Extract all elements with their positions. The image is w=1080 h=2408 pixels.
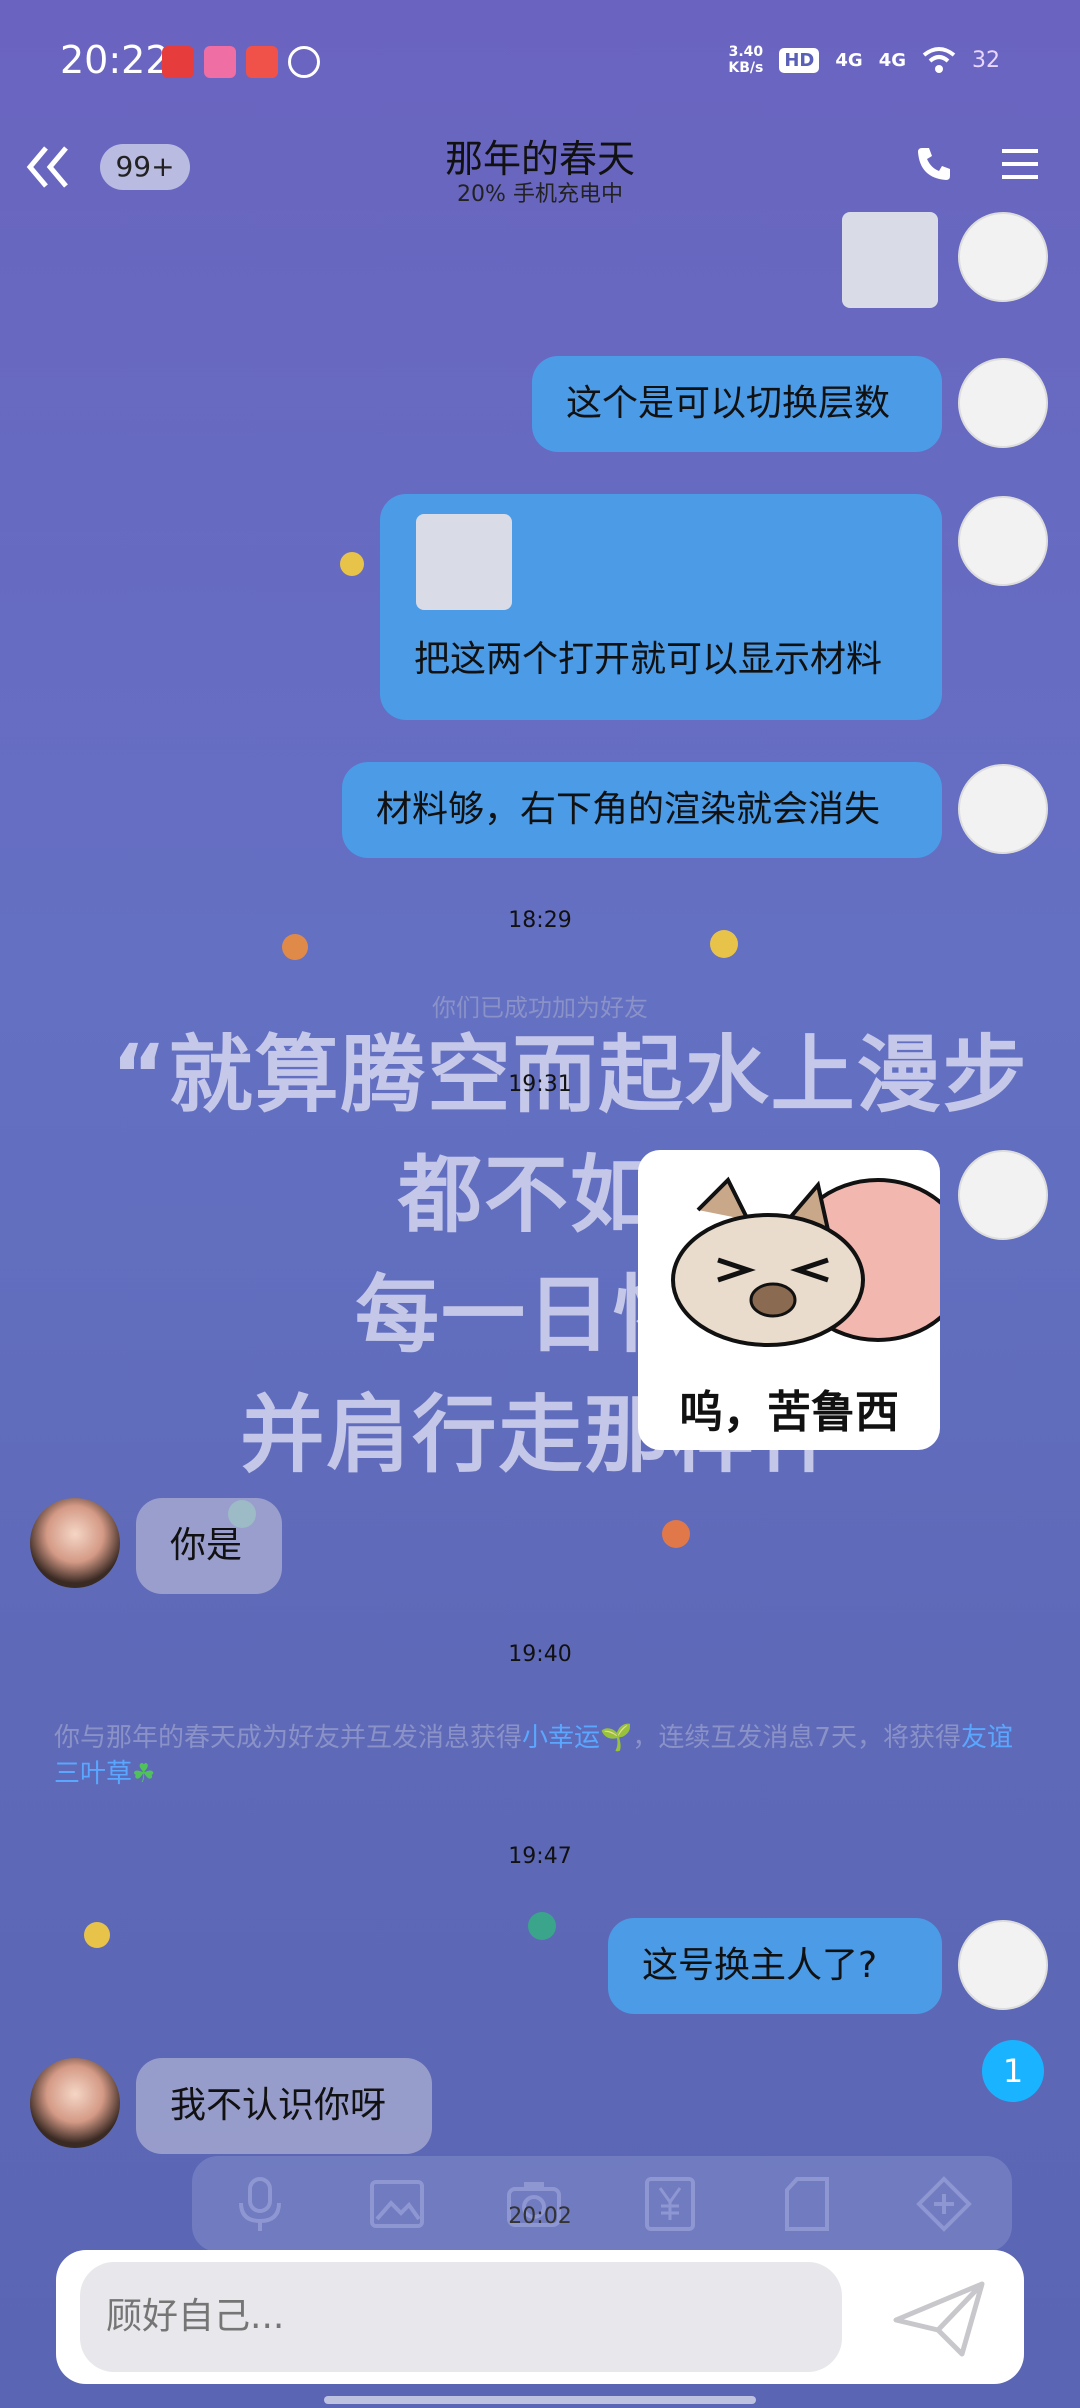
my-avatar[interactable]: [958, 1920, 1048, 2010]
decor-dot: [282, 934, 308, 960]
message-text: 你是: [170, 1525, 243, 1566]
globe-icon: [288, 46, 320, 78]
timestamp: 19:47: [508, 1844, 572, 1869]
timestamp: 19:40: [508, 1642, 572, 1667]
my-message-bubble[interactable]: 材料够，右下角的渲染就会消失: [342, 762, 942, 858]
wifi-icon: [922, 47, 956, 73]
message-text: 这个是可以切换层数: [566, 383, 891, 424]
sticker-message[interactable]: 呜，苦鲁西: [638, 1150, 940, 1450]
decor-dot: [710, 930, 738, 958]
decor-dot: [528, 1912, 556, 1940]
timestamp: 20:02: [508, 2204, 572, 2229]
network-type: 4G: [878, 49, 906, 71]
app-notification-icon: [162, 46, 194, 78]
sticker-caption: 呜，苦鲁西: [679, 1387, 899, 1438]
notification-icons: [162, 46, 320, 78]
sprout-icon: 🌱: [600, 1723, 633, 1753]
app-notification-icon: [246, 46, 278, 78]
timestamp: 19:31: [508, 1072, 572, 1097]
message-text: 这号换主人了?: [642, 1945, 878, 1986]
contact-avatar[interactable]: [30, 2058, 120, 2148]
chat-header: 99+ 那年的春天 20% 手机充电中: [0, 120, 1080, 220]
timestamp: 18:29: [508, 908, 572, 933]
message-text: 我不认识你呀: [170, 2085, 387, 2126]
hd-badge: HD: [779, 47, 820, 73]
app-notification-icon: [204, 46, 236, 78]
image-message[interactable]: [416, 514, 512, 610]
status-time: 20:22: [60, 38, 170, 82]
decor-dot: [662, 1520, 690, 1548]
decor-dot: [84, 1922, 110, 1948]
image-message[interactable]: [842, 212, 938, 308]
message-text: 材料够，右下角的渲染就会消失: [376, 789, 881, 830]
network-type: 4G: [835, 49, 863, 71]
home-indicator[interactable]: [324, 2396, 756, 2404]
contact-message-bubble[interactable]: 你是: [136, 1498, 282, 1594]
phone-icon[interactable]: [914, 144, 954, 184]
cat-sticker-icon: [671, 1176, 940, 1347]
battery-level: 32: [972, 47, 1000, 73]
my-avatar[interactable]: [958, 212, 1048, 302]
my-avatar[interactable]: [958, 764, 1048, 854]
my-message-bubble[interactable]: 这个是可以切换层数: [532, 356, 942, 452]
new-message-badge[interactable]: 1: [982, 2040, 1044, 2102]
my-avatar[interactable]: [958, 358, 1048, 448]
message-text: 把这两个打开就可以显示材料: [414, 639, 883, 680]
message-input[interactable]: [80, 2262, 842, 2372]
contact-avatar[interactable]: [30, 1498, 120, 1588]
decor-dot: [340, 552, 364, 576]
my-avatar[interactable]: [958, 1150, 1048, 1240]
clover-icon: ☘: [132, 1759, 156, 1789]
net-speed: 3.40 KB/s: [728, 44, 764, 76]
status-right: 3.40 KB/s HD 4G 4G 32: [728, 44, 1000, 76]
contact-message-bubble[interactable]: 我不认识你呀: [136, 2058, 432, 2154]
lucky-link[interactable]: 小幸运: [522, 1723, 600, 1753]
status-bar: 20:22 3.40 KB/s HD 4G 4G 32: [0, 0, 1080, 120]
system-notice: 你与那年的春天成为好友并互发消息获得小幸运🌱，连续互发消息7天，将获得友谊三叶草…: [54, 1723, 1013, 1789]
send-icon[interactable]: [892, 2280, 988, 2358]
message-input-bar: [56, 2250, 1024, 2384]
my-message-bubble[interactable]: 这号换主人了?: [608, 1918, 942, 2014]
my-avatar[interactable]: [958, 496, 1048, 586]
menu-icon[interactable]: [1000, 146, 1040, 182]
